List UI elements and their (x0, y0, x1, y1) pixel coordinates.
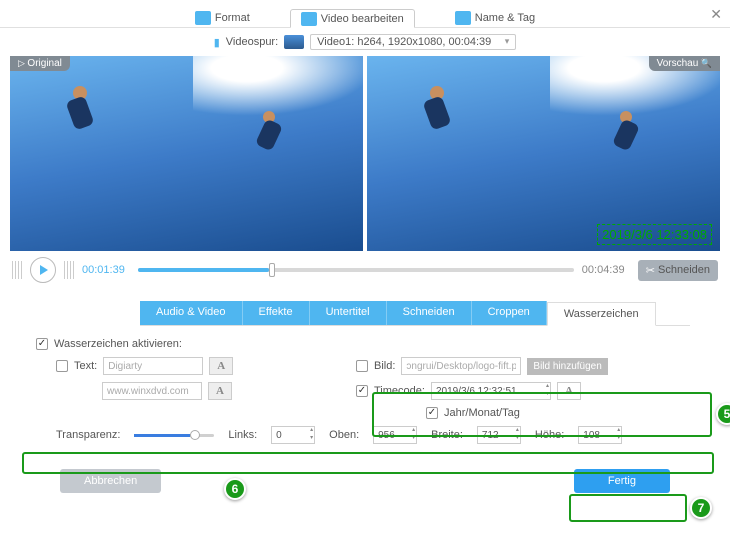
tab-format[interactable]: Format (185, 8, 260, 27)
tab-label: Name & Tag (475, 12, 535, 24)
etab-sub[interactable]: Untertitel (310, 301, 387, 325)
video-preview: 2019/3/6 12:33:08 (367, 56, 720, 251)
tab-video-edit[interactable]: Video bearbeiten (290, 9, 415, 28)
videospur-label: Videospur: (226, 36, 278, 48)
watermark-panel: Wasserzeichen aktivieren: Text: A A Bild… (16, 326, 714, 459)
links-label: Links: (228, 429, 257, 441)
time-duration: 00:04:39 (582, 264, 630, 276)
bottom-buttons: Abbrechen Fertig (0, 459, 730, 507)
original-badge: Original (10, 56, 70, 71)
timecode-checkbox[interactable] (356, 385, 368, 397)
text-input-1[interactable] (103, 357, 203, 375)
hoehe-input[interactable] (578, 426, 622, 444)
time-current: 00:01:39 (82, 264, 130, 276)
videospur-row: ▮ Videospur: Video1: h264, 1920x1080, 00… (0, 28, 730, 56)
edit-tabs: Audio & Video Effekte Untertitel Schneid… (140, 301, 690, 326)
done-button[interactable]: Fertig (574, 469, 670, 493)
image-checkbox[interactable] (356, 360, 368, 372)
hoehe-label: Höhe: (535, 429, 564, 441)
timecode-overlay[interactable]: 2019/3/6 12:33:08 (597, 224, 712, 245)
cut-label: Schneiden (658, 264, 710, 276)
font-button[interactable]: A (557, 382, 581, 400)
seek-bar[interactable] (138, 268, 574, 272)
format-icon (195, 11, 211, 25)
video-original (10, 56, 363, 251)
tab-label: Format (215, 12, 250, 24)
transparency-slider[interactable] (134, 434, 214, 437)
ymd-checkbox[interactable] (426, 407, 438, 419)
playback-row: 00:01:39 00:04:39 ✂ Schneiden (0, 251, 730, 289)
image-label: Bild: (374, 360, 395, 372)
highlight-7-num: 7 (690, 497, 712, 519)
cut-button[interactable]: ✂ Schneiden (638, 260, 718, 281)
tab-label: Video bearbeiten (321, 13, 404, 25)
grip-icon (64, 261, 74, 279)
grip-icon (12, 261, 22, 279)
cancel-button[interactable]: Abbrechen (60, 469, 161, 493)
highlight-6-num: 6 (224, 478, 246, 500)
videospur-select[interactable]: Video1: h264, 1920x1080, 00:04:39 (310, 34, 516, 50)
oben-label: Oben: (329, 429, 359, 441)
text-input-2[interactable] (102, 382, 202, 400)
play-button[interactable] (30, 257, 56, 283)
add-image-button[interactable]: Bild hinzufügen (527, 358, 607, 375)
preview-row: Original Vorschau 2019/3/6 12:33:08 (0, 56, 730, 251)
tag-icon (455, 11, 471, 25)
etab-fx[interactable]: Effekte (243, 301, 310, 325)
oben-input[interactable] (373, 426, 417, 444)
font-button[interactable]: A (208, 382, 232, 400)
etab-watermark[interactable]: Wasserzeichen (547, 302, 656, 326)
ymd-label: Jahr/Monat/Tag (444, 407, 520, 419)
seek-knob[interactable] (269, 263, 275, 277)
scissors-icon (301, 12, 317, 26)
font-button[interactable]: A (209, 357, 233, 375)
enable-watermark-checkbox[interactable] (36, 338, 48, 350)
timecode-label: Timecode: (374, 385, 425, 397)
breite-input[interactable] (477, 426, 521, 444)
text-label: Text: (74, 360, 97, 372)
image-path-input[interactable] (401, 357, 521, 375)
timecode-input[interactable] (431, 382, 551, 400)
top-tabs: Format Video bearbeiten Name & Tag (0, 0, 730, 28)
enable-watermark-label: Wasserzeichen aktivieren: (54, 338, 182, 350)
breite-label: Breite: (431, 429, 463, 441)
video-thumb-icon (284, 35, 304, 49)
close-icon[interactable]: ✕ (710, 6, 722, 23)
transparency-label: Transparenz: (56, 429, 120, 441)
links-input[interactable] (271, 426, 315, 444)
etab-av[interactable]: Audio & Video (140, 301, 243, 325)
tab-name-tag[interactable]: Name & Tag (445, 8, 545, 27)
etab-crop[interactable]: Croppen (472, 301, 547, 325)
text-checkbox[interactable] (56, 360, 68, 372)
preview-badge[interactable]: Vorschau (649, 56, 720, 71)
etab-cut[interactable]: Schneiden (387, 301, 472, 325)
